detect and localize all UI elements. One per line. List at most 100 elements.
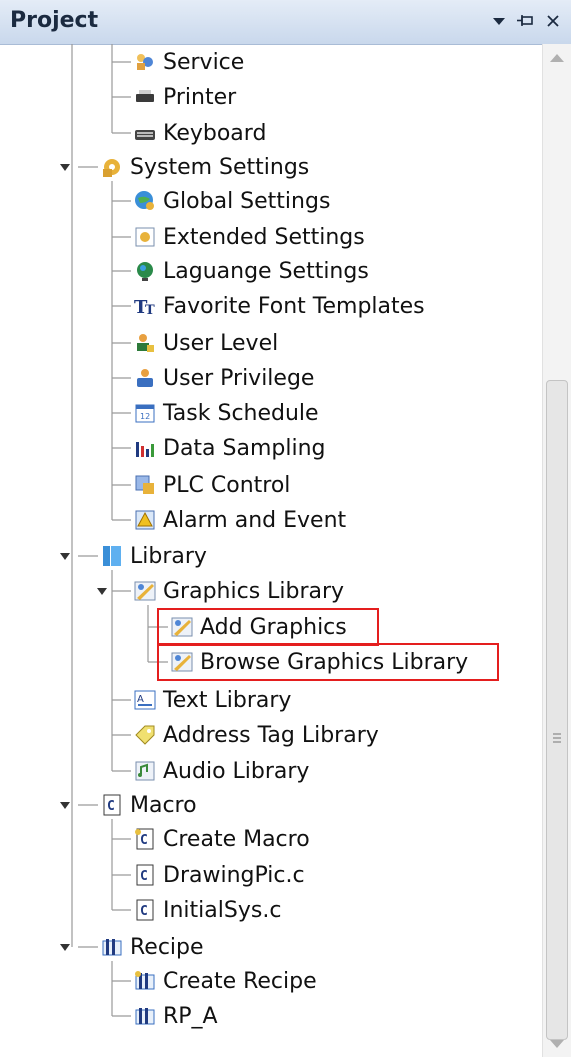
vertical-scrollbar[interactable] xyxy=(542,44,571,1057)
tag-icon xyxy=(133,723,157,747)
tree-item-graphics-library[interactable]: Graphics Library xyxy=(133,574,344,608)
font-template-icon: TT xyxy=(133,294,157,318)
tree-item-label: Data Sampling xyxy=(163,435,326,461)
svg-text:C: C xyxy=(140,869,148,884)
tree-item-library[interactable]: Library xyxy=(100,539,207,573)
service-icon xyxy=(133,50,157,74)
tree-item-drawingpic-c[interactable]: C DrawingPic.c xyxy=(133,858,305,892)
tree-item-user-level[interactable]: User Level xyxy=(133,326,278,360)
tree-item-text-library[interactable]: A Text Library xyxy=(133,683,291,717)
tree-item-label: InitialSys.c xyxy=(163,897,282,923)
library-icon xyxy=(100,544,124,568)
svg-text:12: 12 xyxy=(140,412,150,421)
tree-item-label: System Settings xyxy=(130,154,310,180)
user-level-icon xyxy=(133,331,157,355)
text-library-icon: A xyxy=(133,688,157,712)
create-macro-icon: C xyxy=(133,827,157,851)
tree-item-label: DrawingPic.c xyxy=(163,862,305,888)
dropdown-icon[interactable] xyxy=(486,6,512,36)
bar-chart-icon xyxy=(133,436,157,460)
collapse-arrow-icon[interactable] xyxy=(57,939,73,955)
tree-item-label: Printer xyxy=(163,84,237,110)
tree-item-label: Task Schedule xyxy=(163,400,319,426)
tree-item-global-settings[interactable]: Global Settings xyxy=(133,184,330,218)
svg-text:A: A xyxy=(137,694,144,705)
red-highlight-box xyxy=(157,608,379,646)
panel-title-bar: Project xyxy=(0,0,571,45)
tree-item-label: Library xyxy=(130,543,207,569)
svg-text:T: T xyxy=(145,303,155,318)
plc-control-icon xyxy=(133,473,157,497)
tree-item-label: Laguange Settings xyxy=(163,258,369,284)
tree-item-audio-library[interactable]: Audio Library xyxy=(133,754,309,788)
user-privilege-icon xyxy=(133,366,157,390)
system-settings-icon xyxy=(100,155,124,179)
svg-text:C: C xyxy=(140,904,148,919)
tree-item-label: Graphics Library xyxy=(163,578,345,604)
collapse-arrow-icon[interactable] xyxy=(94,583,110,599)
tree-item-rp-a[interactable]: RP_A xyxy=(133,999,218,1033)
panel-title: Project xyxy=(10,8,99,33)
collapse-arrow-icon[interactable] xyxy=(57,548,73,564)
tree-item-label: User Privilege xyxy=(163,365,315,391)
tree-item-label: Audio Library xyxy=(163,758,310,784)
tree-item-printer[interactable]: Printer xyxy=(133,80,236,114)
tree-item-label: Keyboard xyxy=(163,120,267,146)
tree-item-label: Create Macro xyxy=(163,826,310,852)
scroll-thumb[interactable] xyxy=(546,380,568,1040)
tree-item-initialsys-c[interactable]: C InitialSys.c xyxy=(133,893,281,927)
tree-item-macro[interactable]: C Macro xyxy=(100,788,197,822)
tree-item-label: Favorite Font Templates xyxy=(163,293,425,319)
recipe-item-icon xyxy=(133,1004,157,1028)
collapse-arrow-icon[interactable] xyxy=(57,797,73,813)
tree-item-create-macro[interactable]: C Create Macro xyxy=(133,822,310,856)
tree-item-label: Macro xyxy=(130,792,197,818)
macro-c-icon: C xyxy=(100,793,124,817)
c-file-icon: C xyxy=(133,863,157,887)
scroll-up-arrow-icon[interactable] xyxy=(550,54,564,62)
svg-text:C: C xyxy=(140,833,148,848)
tree-item-service[interactable]: Service xyxy=(133,45,244,79)
tree-item-laguange-settings[interactable]: Laguange Settings xyxy=(133,254,369,288)
tree-item-label: User Level xyxy=(163,330,279,356)
graphics-library-icon xyxy=(133,579,157,603)
alarm-icon xyxy=(133,508,157,532)
tree-item-extended-settings[interactable]: Extended Settings xyxy=(133,220,365,254)
c-file-icon: C xyxy=(133,898,157,922)
pin-icon[interactable] xyxy=(512,6,538,36)
language-globe-icon xyxy=(133,259,157,283)
project-tree: Ethernet PLCServicePrinterKeyboardSystem… xyxy=(0,44,540,1057)
tree-item-system-settings[interactable]: System Settings xyxy=(100,150,309,184)
close-icon[interactable] xyxy=(540,6,566,36)
tree-item-user-privilege[interactable]: User Privilege xyxy=(133,361,314,395)
tree-item-label: Global Settings xyxy=(163,188,331,214)
create-recipe-icon xyxy=(133,969,157,993)
collapse-arrow-icon[interactable] xyxy=(57,159,73,175)
tree-item-alarm-and-event[interactable]: Alarm and Event xyxy=(133,503,346,537)
tree-item-label: Extended Settings xyxy=(163,224,365,250)
printer-icon xyxy=(133,85,157,109)
tree-item-plc-control[interactable]: PLC Control xyxy=(133,468,290,502)
tree-item-label: Alarm and Event xyxy=(163,507,347,533)
tree-item-label: Address Tag Library xyxy=(163,722,379,748)
tree-item-address-tag-library[interactable]: Address Tag Library xyxy=(133,718,379,752)
tree-item-label: Text Library xyxy=(163,687,292,713)
tree-item-favorite-font-templates[interactable]: T T Favorite Font Templates xyxy=(133,289,425,323)
project-panel: Project Ethernet PLCServicePrinterKeyboa… xyxy=(0,0,571,1057)
keyboard-icon xyxy=(133,121,157,145)
calendar-icon: 12 xyxy=(133,401,157,425)
tree-item-data-sampling[interactable]: Data Sampling xyxy=(133,431,326,465)
scroll-down-arrow-icon[interactable] xyxy=(550,1040,564,1048)
tree-item-label: PLC Control xyxy=(163,472,291,498)
recipe-icon xyxy=(100,935,124,959)
svg-text:C: C xyxy=(107,799,115,814)
extended-settings-icon xyxy=(133,225,157,249)
red-highlight-box xyxy=(157,643,499,681)
tree-item-label: Service xyxy=(163,49,245,75)
tree-item-recipe[interactable]: Recipe xyxy=(100,930,204,964)
tree-item-task-schedule[interactable]: 12 Task Schedule xyxy=(133,396,319,430)
tree-item-label: Create Recipe xyxy=(163,968,317,994)
tree-item-create-recipe[interactable]: Create Recipe xyxy=(133,964,317,998)
audio-library-icon xyxy=(133,759,157,783)
tree-item-keyboard[interactable]: Keyboard xyxy=(133,116,266,150)
